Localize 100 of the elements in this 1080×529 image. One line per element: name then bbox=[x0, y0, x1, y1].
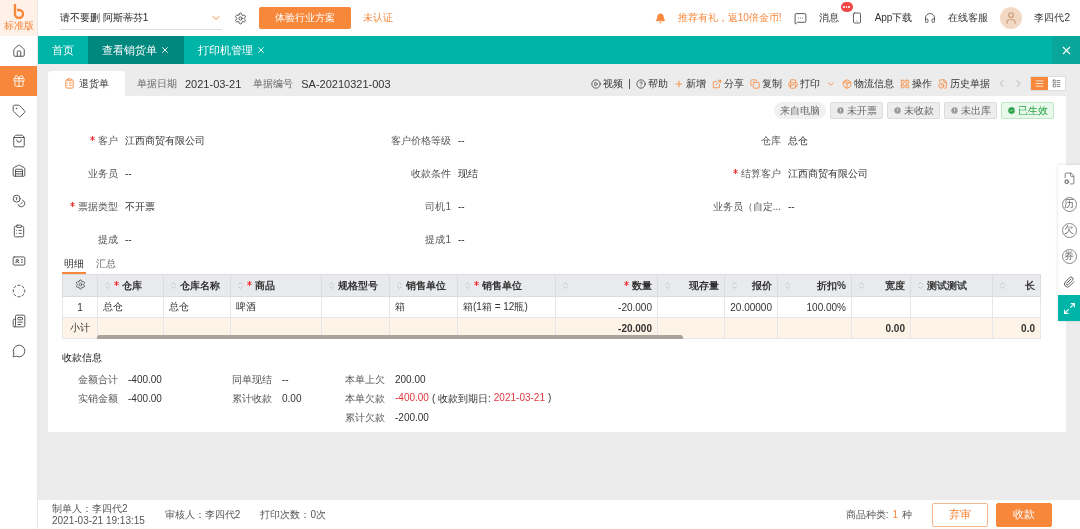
side-panel-button[interactable]: 历 bbox=[1058, 191, 1080, 217]
field-label: 业务员（自定... bbox=[712, 199, 781, 214]
sort-icon bbox=[103, 281, 112, 290]
column-header[interactable]: 长 bbox=[992, 274, 1041, 297]
detail-list-icon bbox=[1052, 79, 1061, 88]
column-header[interactable]: 仓库名称 bbox=[163, 274, 231, 297]
toolbar-button[interactable]: 物流信息 bbox=[842, 76, 894, 91]
user-avatar[interactable] bbox=[1000, 7, 1023, 29]
toolbar-button[interactable]: 操作 bbox=[900, 76, 932, 91]
column-header[interactable]: 折扣% bbox=[777, 274, 852, 297]
field-label: 提成1 bbox=[425, 232, 451, 247]
tag-icon bbox=[11, 104, 26, 118]
sort-icon bbox=[561, 281, 570, 290]
table-cell: 啤酒 bbox=[236, 301, 256, 312]
info-label: 累计收款 bbox=[232, 391, 272, 406]
status-badge: 未收款 bbox=[887, 102, 940, 119]
column-header[interactable]: 仓库 bbox=[97, 274, 164, 297]
messages-link[interactable]: 消息 bbox=[818, 11, 839, 25]
plus-icon bbox=[674, 78, 684, 89]
settings-icon[interactable] bbox=[234, 11, 247, 25]
close-icon[interactable] bbox=[160, 45, 170, 55]
detail-view-button[interactable] bbox=[1048, 77, 1065, 90]
toolbar-button[interactable]: 新增 bbox=[674, 76, 706, 91]
field-label: 司机1 bbox=[425, 199, 451, 214]
table-cell: 箱 bbox=[395, 301, 405, 312]
column-header[interactable]: 规格型号 bbox=[321, 274, 390, 297]
logo-text: 标准版 bbox=[3, 19, 34, 33]
toolbar-button[interactable]: 历史单据 bbox=[938, 76, 990, 91]
document-tab[interactable]: 退货单 bbox=[48, 71, 125, 96]
product-kinds-label: 商品种类: bbox=[845, 507, 889, 522]
sort-icon bbox=[916, 281, 925, 290]
toolbar-button[interactable]: 复制 bbox=[750, 76, 782, 91]
closing-paren: ) bbox=[547, 391, 552, 405]
column-header[interactable]: 销售单位 bbox=[457, 274, 556, 297]
message-icon[interactable] bbox=[793, 11, 807, 25]
field-label: 收款条件 bbox=[411, 166, 451, 181]
close-icon[interactable] bbox=[256, 45, 266, 55]
field-value: -- bbox=[458, 201, 465, 212]
page-tab[interactable]: 查看销货单 bbox=[88, 36, 184, 64]
created-time: 2021-03-21 19:13:15 bbox=[52, 514, 145, 527]
sort-icon bbox=[395, 281, 404, 290]
field-value: 现结 bbox=[458, 166, 478, 181]
user-name[interactable]: 李四代2 bbox=[1034, 11, 1070, 25]
scrollbar-thumb[interactable] bbox=[97, 335, 683, 339]
meta-value: SA-20210321-003 bbox=[301, 76, 391, 92]
info-label: 累计欠款 bbox=[345, 410, 385, 425]
gift-icon bbox=[11, 74, 26, 88]
toolbar-button[interactable]: 打印 bbox=[788, 76, 820, 91]
side-panel-button[interactable]: 欠 bbox=[1058, 217, 1080, 243]
section-title: 收款信息 bbox=[62, 351, 103, 365]
table-cell: 总仓 bbox=[103, 301, 123, 312]
row-number: 1 bbox=[62, 296, 98, 318]
copy-icon bbox=[750, 78, 760, 89]
detail-tab[interactable]: 汇总 bbox=[94, 257, 118, 274]
sort-icon bbox=[998, 281, 1007, 290]
side-panel-button[interactable] bbox=[1058, 165, 1080, 191]
list-view-button[interactable] bbox=[1031, 77, 1048, 90]
sidebar-item[interactable] bbox=[0, 66, 37, 96]
field-label: 客户价格等级 bbox=[391, 133, 451, 148]
column-header[interactable]: 销售单位 bbox=[389, 274, 458, 297]
product-kinds-count: 1 bbox=[892, 509, 898, 520]
info-label: 实销金额 bbox=[78, 391, 118, 406]
status-badge: 已生效 bbox=[1001, 102, 1054, 119]
column-header[interactable]: 商品 bbox=[230, 274, 322, 297]
toolbar-button[interactable]: 视频 bbox=[591, 76, 623, 91]
info-label: 同单现结 bbox=[232, 372, 272, 387]
alert-icon bbox=[893, 106, 902, 115]
column-header[interactable]: 报价 bbox=[724, 274, 778, 297]
app-download-link[interactable]: App下载 bbox=[874, 11, 913, 25]
column-header[interactable]: 数量 bbox=[555, 274, 658, 297]
alert-icon bbox=[950, 106, 959, 115]
column-header[interactable]: 现存量 bbox=[657, 274, 725, 297]
field-value: -- bbox=[125, 234, 132, 245]
side-panel-button[interactable] bbox=[1058, 295, 1080, 321]
close-all-button[interactable] bbox=[1052, 36, 1080, 64]
field-value: 不开票 bbox=[125, 199, 155, 214]
field-value: -- bbox=[125, 168, 132, 179]
column-header[interactable]: 测试测试 bbox=[910, 274, 993, 297]
toolbar-button[interactable]: 帮助 bbox=[636, 76, 668, 91]
sort-icon bbox=[169, 281, 178, 290]
package-icon bbox=[842, 78, 852, 89]
auditor-text: 审核人：李四代2 bbox=[164, 507, 241, 522]
subtotal-cell: 0.00 bbox=[885, 322, 905, 334]
toolbar-button[interactable]: 分享 bbox=[712, 76, 744, 91]
status-badge: 未出库 bbox=[944, 102, 997, 119]
bell-icon bbox=[654, 12, 666, 24]
sort-icon bbox=[857, 281, 866, 290]
side-panel-button[interactable]: 券 bbox=[1058, 243, 1080, 269]
side-panel-button[interactable] bbox=[1058, 269, 1080, 295]
settings-icon bbox=[74, 279, 86, 290]
meta-label: 单据日期 bbox=[137, 76, 177, 91]
column-settings-cell[interactable] bbox=[62, 274, 98, 297]
field-value: 江西商贸有限公司 bbox=[125, 133, 205, 148]
sort-icon bbox=[236, 281, 245, 290]
paperclip-icon bbox=[1063, 276, 1075, 288]
printer-icon bbox=[788, 78, 798, 89]
company-select[interactable]: 请不要删 阿斯蒂芬1 bbox=[60, 6, 222, 30]
warehouse-icon bbox=[11, 164, 26, 178]
support-link[interactable]: 在线客服 bbox=[948, 11, 989, 25]
column-header[interactable]: 宽度 bbox=[851, 274, 911, 297]
